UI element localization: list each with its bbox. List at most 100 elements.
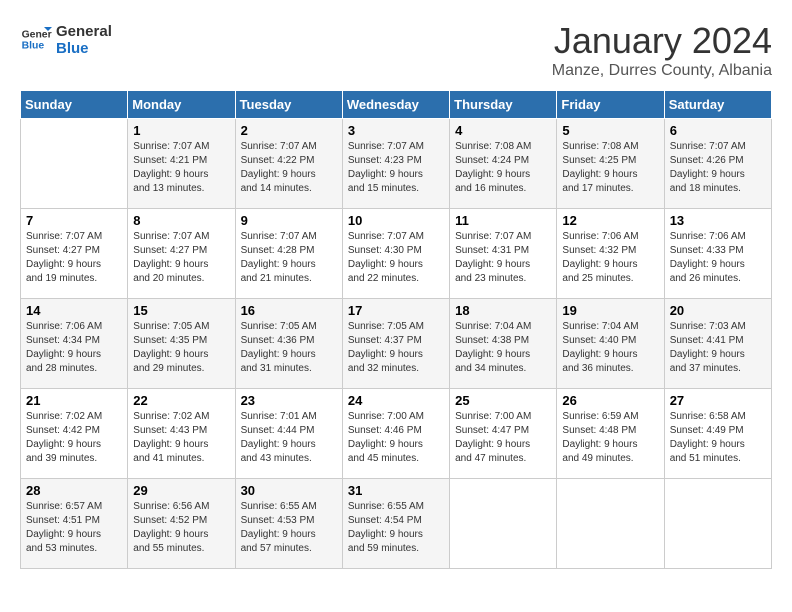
- day-info: Sunrise: 7:05 AM Sunset: 4:36 PM Dayligh…: [241, 320, 337, 376]
- day-cell: 31Sunrise: 6:55 AM Sunset: 4:54 PM Dayli…: [342, 479, 449, 569]
- day-number: 13: [670, 213, 766, 228]
- day-cell: 29 Sunrise: 6:56 AM Sunset: 4:52 PM Dayli…: [128, 479, 235, 569]
- day-number: 24: [348, 393, 444, 408]
- day-number: 30: [241, 483, 337, 498]
- day-info: Sunrise: 7:04 AM Sunset: 4:38 PM Dayligh…: [455, 320, 551, 376]
- day-number: 10: [348, 213, 444, 228]
- day-cell: 25Sunrise: 7:00 AM Sunset: 4:47 PM Dayli…: [450, 389, 557, 479]
- day-number: 29: [133, 483, 229, 498]
- day-number: 3: [348, 123, 444, 138]
- day-info: Sunrise: 7:07 AM Sunset: 4:27 PM Dayligh…: [133, 230, 229, 286]
- day-info: Sunrise: 6:56 AM Sunset: 4:52 PM Dayligh…: [133, 500, 229, 556]
- day-header-tuesday: Tuesday: [235, 91, 342, 119]
- day-info: Sunrise: 7:07 AM Sunset: 4:31 PM Dayligh…: [455, 230, 551, 286]
- day-number: 26: [562, 393, 658, 408]
- subtitle: Manze, Durres County, Albania: [552, 62, 772, 80]
- calendar-table: SundayMondayTuesdayWednesdayThursdayFrid…: [20, 90, 772, 569]
- week-row-3: 14Sunrise: 7:06 AM Sunset: 4:34 PM Dayli…: [21, 299, 772, 389]
- logo-line1: General: [56, 24, 112, 41]
- day-number: 12: [562, 213, 658, 228]
- day-number: 7: [26, 213, 122, 228]
- day-number: 17: [348, 303, 444, 318]
- day-info: Sunrise: 7:07 AM Sunset: 4:27 PM Dayligh…: [26, 230, 122, 286]
- day-header-saturday: Saturday: [664, 91, 771, 119]
- day-info: Sunrise: 7:06 AM Sunset: 4:33 PM Dayligh…: [670, 230, 766, 286]
- day-info: Sunrise: 7:07 AM Sunset: 4:23 PM Dayligh…: [348, 140, 444, 196]
- day-cell: 8 Sunrise: 7:07 AM Sunset: 4:27 PM Daylig…: [128, 209, 235, 299]
- day-number: 16: [241, 303, 337, 318]
- day-cell: 15 Sunrise: 7:05 AM Sunset: 4:35 PM Dayli…: [128, 299, 235, 389]
- day-number: 6: [670, 123, 766, 138]
- day-header-friday: Friday: [557, 91, 664, 119]
- day-cell: 9 Sunrise: 7:07 AM Sunset: 4:28 PM Daylig…: [235, 209, 342, 299]
- day-cell: 10 Sunrise: 7:07 AM Sunset: 4:30 PM Dayli…: [342, 209, 449, 299]
- logo-line2: Blue: [56, 41, 112, 58]
- day-info: Sunrise: 7:07 AM Sunset: 4:26 PM Dayligh…: [670, 140, 766, 196]
- day-header-monday: Monday: [128, 91, 235, 119]
- day-cell: 26 Sunrise: 6:59 AM Sunset: 4:48 PM Dayli…: [557, 389, 664, 479]
- day-info: Sunrise: 7:00 AM Sunset: 4:46 PM Dayligh…: [348, 410, 444, 466]
- day-cell: 6 Sunrise: 7:07 AM Sunset: 4:26 PM Daylig…: [664, 119, 771, 209]
- day-number: 19: [562, 303, 658, 318]
- day-cell: 24 Sunrise: 7:00 AM Sunset: 4:46 PM Dayli…: [342, 389, 449, 479]
- header-row: SundayMondayTuesdayWednesdayThursdayFrid…: [21, 91, 772, 119]
- day-cell: 22Sunrise: 7:02 AM Sunset: 4:43 PM Dayli…: [128, 389, 235, 479]
- day-info: Sunrise: 7:05 AM Sunset: 4:35 PM Dayligh…: [133, 320, 229, 376]
- day-info: Sunrise: 6:55 AM Sunset: 4:54 PM Dayligh…: [348, 500, 444, 556]
- day-cell: 21Sunrise: 7:02 AM Sunset: 4:42 PM Dayli…: [21, 389, 128, 479]
- svg-text:General: General: [22, 29, 52, 40]
- day-cell: [21, 119, 128, 209]
- day-info: Sunrise: 7:07 AM Sunset: 4:28 PM Dayligh…: [241, 230, 337, 286]
- day-number: 1: [133, 123, 229, 138]
- day-number: 4: [455, 123, 551, 138]
- day-cell: 14Sunrise: 7:06 AM Sunset: 4:34 PM Dayli…: [21, 299, 128, 389]
- day-number: 5: [562, 123, 658, 138]
- day-cell: 27 Sunrise: 6:58 AM Sunset: 4:49 PM Dayli…: [664, 389, 771, 479]
- day-header-wednesday: Wednesday: [342, 91, 449, 119]
- day-number: 15: [133, 303, 229, 318]
- day-header-thursday: Thursday: [450, 91, 557, 119]
- page-header: General Blue General Blue January 2024 M…: [20, 20, 772, 80]
- day-number: 28: [26, 483, 122, 498]
- day-number: 27: [670, 393, 766, 408]
- day-info: Sunrise: 7:07 AM Sunset: 4:21 PM Dayligh…: [133, 140, 229, 196]
- day-info: Sunrise: 7:08 AM Sunset: 4:25 PM Dayligh…: [562, 140, 658, 196]
- day-cell: 28Sunrise: 6:57 AM Sunset: 4:51 PM Dayli…: [21, 479, 128, 569]
- day-cell: 17 Sunrise: 7:05 AM Sunset: 4:37 PM Dayli…: [342, 299, 449, 389]
- day-info: Sunrise: 7:00 AM Sunset: 4:47 PM Dayligh…: [455, 410, 551, 466]
- day-number: 11: [455, 213, 551, 228]
- day-cell: 11 Sunrise: 7:07 AM Sunset: 4:31 PM Dayli…: [450, 209, 557, 299]
- day-number: 8: [133, 213, 229, 228]
- day-cell: 13 Sunrise: 7:06 AM Sunset: 4:33 PM Dayli…: [664, 209, 771, 299]
- week-row-1: 1 Sunrise: 7:07 AM Sunset: 4:21 PM Daylig…: [21, 119, 772, 209]
- day-number: 18: [455, 303, 551, 318]
- day-number: 2: [241, 123, 337, 138]
- day-cell: 3 Sunrise: 7:07 AM Sunset: 4:23 PM Daylig…: [342, 119, 449, 209]
- day-cell: 5 Sunrise: 7:08 AM Sunset: 4:25 PM Daylig…: [557, 119, 664, 209]
- day-cell: 7 Sunrise: 7:07 AM Sunset: 4:27 PM Daylig…: [21, 209, 128, 299]
- week-row-5: 28Sunrise: 6:57 AM Sunset: 4:51 PM Dayli…: [21, 479, 772, 569]
- day-info: Sunrise: 7:07 AM Sunset: 4:30 PM Dayligh…: [348, 230, 444, 286]
- day-cell: [450, 479, 557, 569]
- day-info: Sunrise: 6:55 AM Sunset: 4:53 PM Dayligh…: [241, 500, 337, 556]
- day-info: Sunrise: 7:07 AM Sunset: 4:22 PM Dayligh…: [241, 140, 337, 196]
- day-info: Sunrise: 7:08 AM Sunset: 4:24 PM Dayligh…: [455, 140, 551, 196]
- title-block: January 2024 Manze, Durres County, Alban…: [552, 20, 772, 80]
- day-number: 20: [670, 303, 766, 318]
- day-cell: 4 Sunrise: 7:08 AM Sunset: 4:24 PM Daylig…: [450, 119, 557, 209]
- day-info: Sunrise: 6:58 AM Sunset: 4:49 PM Dayligh…: [670, 410, 766, 466]
- day-cell: 16 Sunrise: 7:05 AM Sunset: 4:36 PM Dayli…: [235, 299, 342, 389]
- day-cell: 30 Sunrise: 6:55 AM Sunset: 4:53 PM Dayli…: [235, 479, 342, 569]
- day-cell: [557, 479, 664, 569]
- day-info: Sunrise: 7:06 AM Sunset: 4:32 PM Dayligh…: [562, 230, 658, 286]
- day-number: 9: [241, 213, 337, 228]
- week-row-2: 7 Sunrise: 7:07 AM Sunset: 4:27 PM Daylig…: [21, 209, 772, 299]
- logo-icon: General Blue: [20, 23, 52, 55]
- day-cell: 2 Sunrise: 7:07 AM Sunset: 4:22 PM Daylig…: [235, 119, 342, 209]
- day-info: Sunrise: 6:59 AM Sunset: 4:48 PM Dayligh…: [562, 410, 658, 466]
- day-info: Sunrise: 7:06 AM Sunset: 4:34 PM Dayligh…: [26, 320, 122, 376]
- day-cell: 20 Sunrise: 7:03 AM Sunset: 4:41 PM Dayli…: [664, 299, 771, 389]
- svg-text:Blue: Blue: [22, 40, 45, 51]
- day-info: Sunrise: 7:03 AM Sunset: 4:41 PM Dayligh…: [670, 320, 766, 376]
- day-info: Sunrise: 7:05 AM Sunset: 4:37 PM Dayligh…: [348, 320, 444, 376]
